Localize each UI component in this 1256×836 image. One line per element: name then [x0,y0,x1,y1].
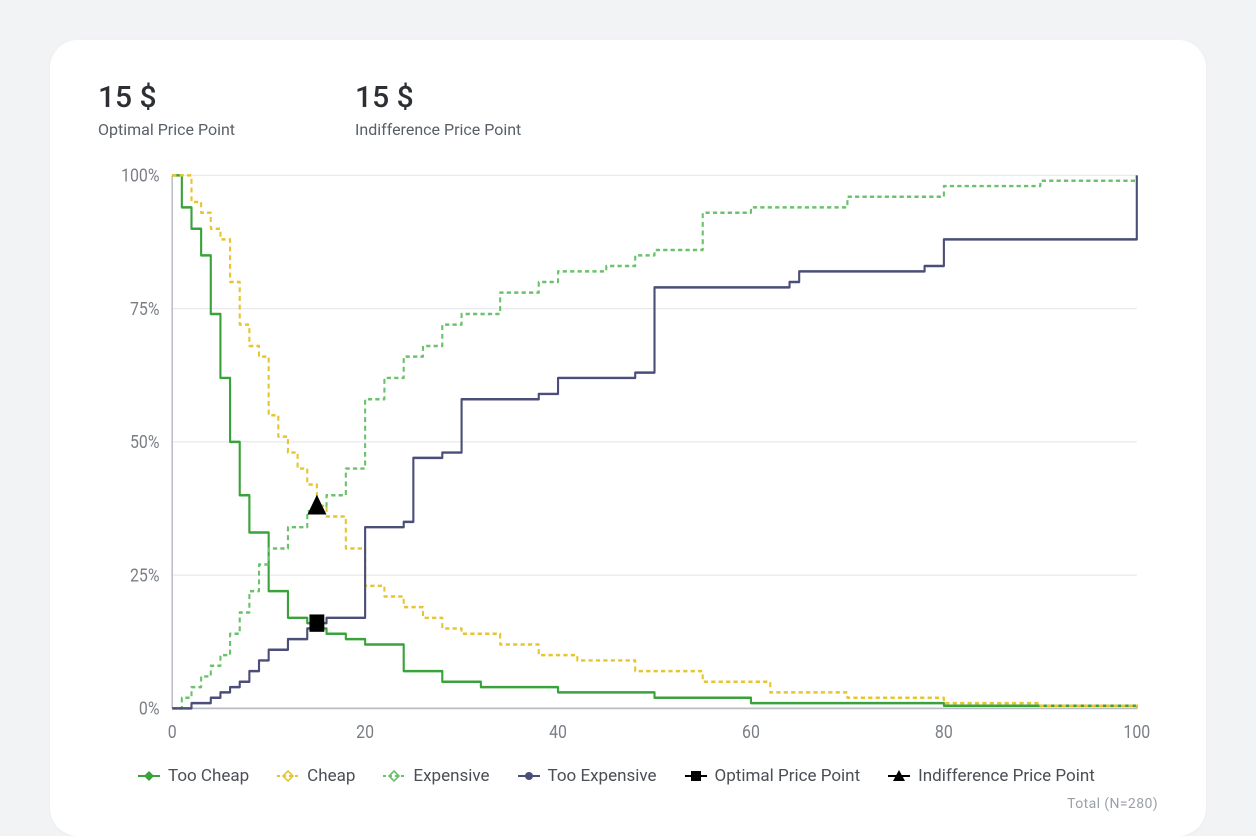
metric-indiff: 15 $ Indifference Price Point [355,80,521,139]
legend-too-cheap: Too Cheap [138,766,249,786]
svg-text:20: 20 [356,722,374,743]
legend-too-expensive: Too Expensive [518,766,657,786]
legend-label: Expensive [413,766,489,786]
svg-text:0: 0 [168,722,177,743]
svg-text:25%: 25% [130,565,159,586]
diamond-outline-icon [277,769,299,783]
metric-indiff-label: Indifference Price Point [355,120,521,139]
legend-label: Indifference Price Point [918,766,1095,786]
metric-optimal-value: 15 $ [98,80,235,116]
svg-text:40: 40 [549,722,567,743]
svg-text:100: 100 [1123,722,1150,743]
chart-legend: Too Cheap Cheap Expensive [98,766,1158,786]
legend-cheap: Cheap [277,766,355,786]
metric-indiff-value: 15 $ [355,80,521,116]
legend-opp: Optimal Price Point [685,766,861,786]
van-westendorp-chart: 0% 25% 50% 75% 100% 0 20 40 60 80 100 [98,163,1158,758]
metric-optimal: 15 $ Optimal Price Point [98,80,235,139]
circle-filled-icon [518,769,540,783]
svg-text:0%: 0% [139,698,160,719]
legend-label: Too Expensive [548,766,657,786]
chart-card: 15 $ Optimal Price Point 15 $ Indifferen… [50,40,1206,836]
footer-total: Total (N=280) [98,796,1158,812]
metrics-row: 15 $ Optimal Price Point 15 $ Indifferen… [98,80,1158,139]
diamond-outline-icon [383,769,405,783]
diamond-filled-icon [138,769,160,783]
legend-label: Too Cheap [168,766,249,786]
legend-ipp: Indifference Price Point [888,766,1095,786]
svg-text:100%: 100% [121,165,159,186]
legend-expensive: Expensive [383,766,489,786]
svg-text:50%: 50% [130,432,159,453]
svg-text:75%: 75% [130,299,159,320]
triangle-marker-icon [888,769,910,783]
svg-text:60: 60 [742,722,760,743]
legend-label: Cheap [307,766,355,786]
page-background: 15 $ Optimal Price Point 15 $ Indifferen… [0,0,1256,836]
legend-label: Optimal Price Point [715,766,861,786]
metric-optimal-label: Optimal Price Point [98,120,235,139]
svg-text:80: 80 [935,722,953,743]
chart-area: 0% 25% 50% 75% 100% 0 20 40 60 80 100 Too Cheap Ch… [98,163,1158,812]
square-marker-icon [685,769,707,783]
